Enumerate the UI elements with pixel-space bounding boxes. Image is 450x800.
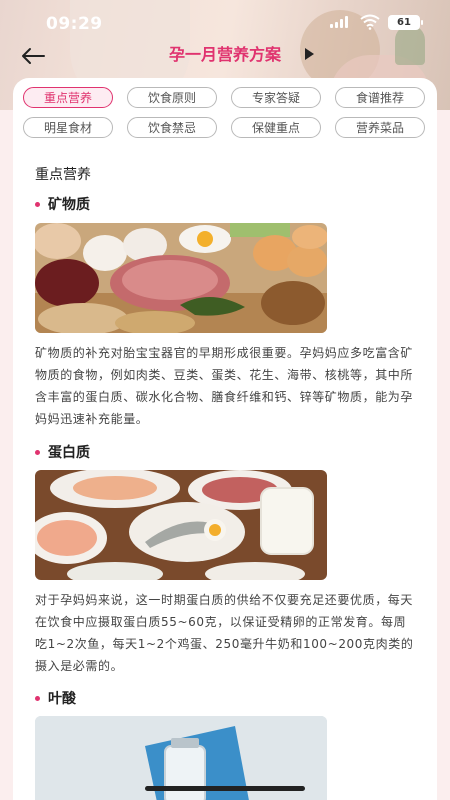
tab-diet-taboos[interactable]: 饮食禁忌 bbox=[127, 117, 217, 138]
tab-health-focus[interactable]: 保健重点 bbox=[231, 117, 321, 138]
status-time: 09:29 bbox=[46, 14, 103, 34]
content-card: 重点营养 饮食原则 专家答疑 食谱推荐 明星食材 饮食禁忌 保健重点 营养菜品 … bbox=[13, 78, 437, 800]
minerals-food-photo bbox=[35, 223, 327, 333]
item-heading-label: 矿物质 bbox=[48, 197, 90, 213]
bullet-dot bbox=[35, 201, 40, 207]
category-tabs: 重点营养 饮食原则 专家答疑 食谱推荐 明星食材 饮食禁忌 保健重点 营养菜品 bbox=[23, 87, 427, 138]
navigation-bar: 孕一月营养方案 bbox=[0, 36, 450, 76]
tab-diet-principles[interactable]: 饮食原则 bbox=[127, 87, 217, 108]
cellular-signal-icon bbox=[330, 16, 348, 28]
wifi-icon bbox=[360, 14, 380, 30]
page-title: 孕一月营养方案 bbox=[168, 45, 281, 64]
section-title: 重点营养 bbox=[35, 167, 91, 183]
tab-key-nutrition[interactable]: 重点营养 bbox=[23, 87, 113, 108]
item-heading-label: 叶酸 bbox=[48, 691, 76, 707]
tab-recipes[interactable]: 食谱推荐 bbox=[335, 87, 425, 108]
item-heading-label: 蛋白质 bbox=[48, 445, 90, 461]
protein-description: 对于孕妈妈来说，这一时期蛋白质的供给不仅要充足还要优质，每天在饮食中应摄取蛋白质… bbox=[35, 593, 414, 673]
bullet-dot bbox=[35, 449, 40, 455]
battery-level: 61 bbox=[397, 17, 411, 28]
tab-nutritious-dishes[interactable]: 营养菜品 bbox=[335, 117, 425, 138]
item-heading-protein: 蛋白质 bbox=[35, 442, 90, 462]
protein-food-photo bbox=[35, 470, 327, 580]
item-heading-minerals: 矿物质 bbox=[35, 194, 90, 214]
play-icon[interactable] bbox=[305, 48, 314, 60]
item-heading-folic-acid: 叶酸 bbox=[35, 688, 76, 708]
bullet-dot bbox=[35, 695, 40, 701]
tab-star-ingredients[interactable]: 明星食材 bbox=[23, 117, 113, 138]
home-indicator bbox=[145, 786, 305, 791]
tab-expert-qa[interactable]: 专家答疑 bbox=[231, 87, 321, 108]
battery-icon: 61 bbox=[388, 15, 423, 30]
minerals-description: 矿物质的补充对胎宝宝器官的早期形成很重要。孕妈妈应多吃富含矿物质的食物，例如肉类… bbox=[35, 346, 414, 426]
